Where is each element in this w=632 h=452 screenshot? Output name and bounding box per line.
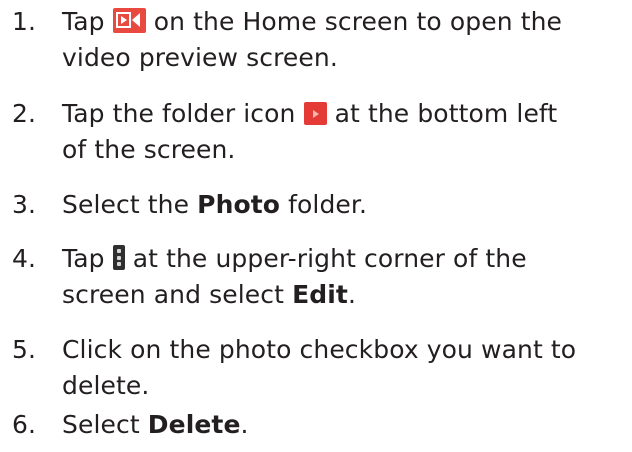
photo-folder-label: Photo — [197, 190, 281, 219]
step-line: Click on the photo checkbox you want to — [62, 335, 577, 364]
step-line: Select Delete. — [62, 407, 622, 443]
step-line: Tap on the Home screen to open the — [62, 4, 622, 40]
step-text: Select the Photo folder. — [62, 187, 622, 223]
step-number: 3. — [12, 190, 37, 219]
delete-label: Delete — [147, 410, 241, 439]
step-text-segment: Tap the folder icon — [62, 99, 304, 128]
step-text: Tap at the upper-right corner of the scr… — [62, 241, 622, 313]
step-text-segment: at the upper-right corner of the — [124, 244, 527, 273]
step-6: 6. Select Delete. — [0, 407, 632, 443]
step-line: Tap at the upper-right corner of the — [62, 241, 622, 277]
step-text-segment: folder. — [280, 190, 368, 219]
more-options-icon — [112, 245, 125, 270]
step-text-segment: on the Home screen to open the — [145, 7, 563, 36]
step-number: 2. — [12, 99, 37, 128]
step-text-segment: Tap — [62, 244, 113, 273]
step-2: 2. Tap the folder icon at the bottom lef… — [0, 96, 632, 168]
step-text-segment: at the bottom left — [326, 99, 558, 128]
step-5: 5. Click on the photo checkbox you want … — [0, 332, 632, 404]
step-number: 6. — [12, 410, 37, 439]
step-text-segment: . — [240, 410, 249, 439]
step-line: screen and select Edit. — [62, 277, 622, 313]
step-text-segment: Select the — [62, 190, 198, 219]
step-text: Select Delete. — [62, 407, 622, 443]
step-text-segment: . — [347, 280, 357, 309]
step-text: Tap on the Home screen to open the video… — [62, 4, 622, 76]
step-text: Click on the photo checkbox you want to … — [62, 332, 622, 404]
step-3: 3. Select the Photo folder. — [0, 187, 632, 223]
video-preview-icon — [112, 8, 146, 33]
step-4: 4. Tap at the upper-right corner of the … — [0, 241, 632, 313]
step-line: delete. — [62, 371, 150, 400]
step-text-segment: screen and select — [62, 280, 293, 309]
step-1: 1. Tap on the Home screen to open the vi… — [0, 4, 632, 76]
step-number: 4. — [12, 244, 37, 273]
folder-icon — [303, 102, 327, 125]
step-number: 5. — [12, 335, 37, 364]
step-line: video preview screen. — [62, 43, 338, 72]
step-text-segment: Select — [62, 410, 148, 439]
step-text: Tap the folder icon at the bottom left o… — [62, 96, 622, 168]
step-text-segment: Tap — [62, 7, 113, 36]
step-number: 1. — [12, 7, 37, 36]
edit-label: Edit — [292, 280, 348, 309]
step-line: Tap the folder icon at the bottom left — [62, 96, 622, 132]
step-line: of the screen. — [62, 135, 236, 164]
step-line: Select the Photo folder. — [62, 187, 622, 223]
